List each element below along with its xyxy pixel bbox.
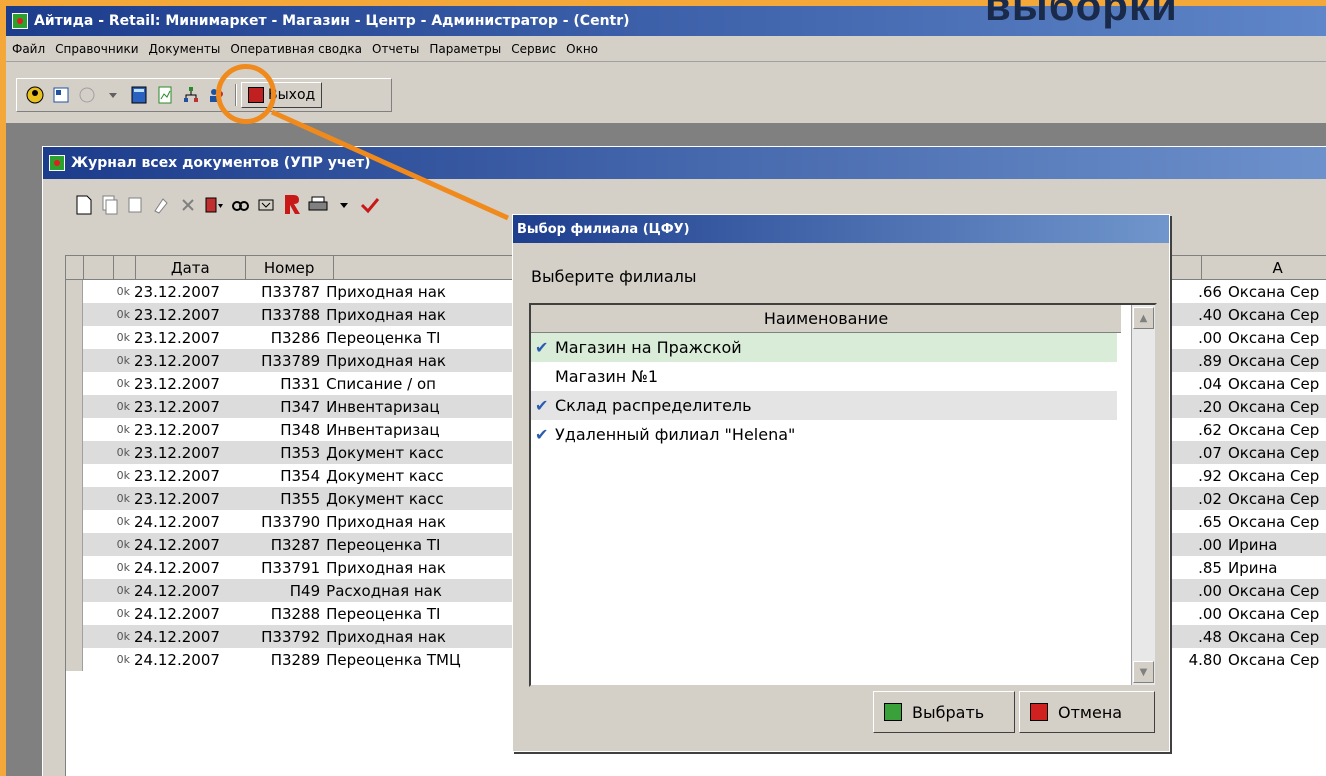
callout-arrow — [270, 109, 510, 221]
highlight-circle — [216, 64, 276, 124]
slide-title: выборки — [985, 0, 1178, 29]
